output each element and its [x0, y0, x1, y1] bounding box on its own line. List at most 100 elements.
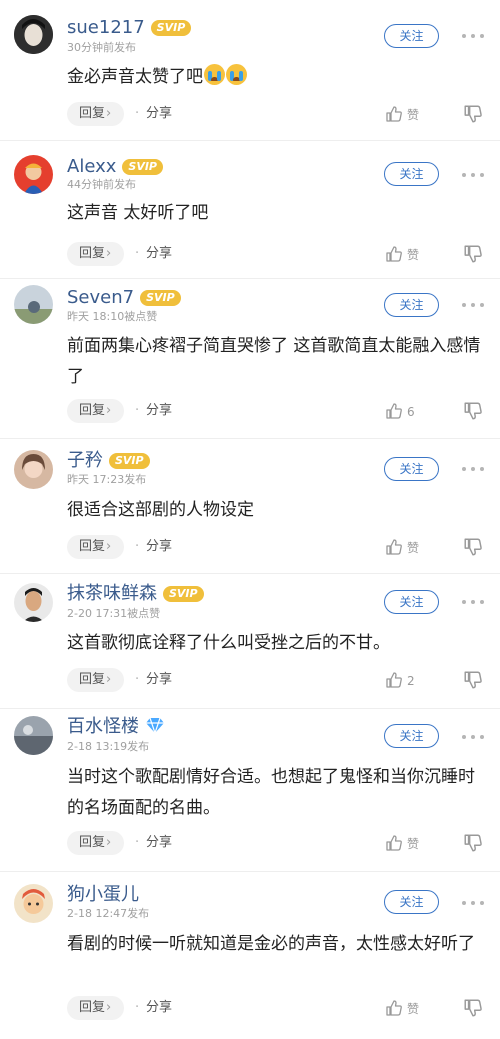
more-icon[interactable] — [461, 732, 487, 742]
like-button[interactable]: 赞 — [385, 102, 419, 126]
more-icon[interactable] — [461, 597, 487, 607]
post-time: 44分钟前发布 — [67, 178, 136, 191]
separator-dot: · — [135, 403, 140, 418]
username-text[interactable]: 百水怪楼 — [67, 716, 139, 737]
comment-text: 前面两集心疼褶子简直哭惨了 这首歌简直太能融入感情了 — [67, 336, 481, 387]
avatar[interactable] — [14, 285, 53, 324]
comment-item: 狗小蛋儿 2-18 12:47发布 关注 看剧的时候一听就知道是金必的声音，太性… — [0, 872, 500, 1039]
share-button[interactable]: 分享 — [146, 668, 172, 692]
reply-button[interactable]: 回复› — [67, 242, 124, 266]
separator-dot: · — [135, 106, 140, 121]
avatar-image — [14, 716, 53, 755]
username-text[interactable]: 子矜 — [67, 450, 103, 471]
reply-button[interactable]: 回复› — [67, 996, 124, 1020]
svip-badge: SVIP — [109, 453, 150, 469]
svip-badge: SVIP — [150, 20, 192, 36]
username[interactable]: 百水怪楼 — [67, 716, 165, 740]
like-button[interactable]: 2 — [385, 668, 415, 692]
follow-button[interactable]: 关注 — [384, 590, 439, 614]
username-text[interactable]: sue1217 — [67, 17, 145, 38]
like-button[interactable]: 赞 — [385, 831, 419, 855]
more-icon[interactable] — [461, 170, 487, 180]
follow-button[interactable]: 关注 — [384, 890, 439, 914]
reply-label: 回复 — [79, 539, 106, 554]
share-button[interactable]: 分享 — [146, 831, 172, 855]
reply-label: 回复 — [79, 1000, 106, 1015]
reply-button[interactable]: 回复› — [67, 102, 124, 126]
thumbs-down-icon[interactable] — [463, 104, 483, 124]
comment-item: sue1217 SVIP 30分钟前发布 关注 金必声音太赞了吧 回复› · 分享… — [0, 0, 500, 141]
username[interactable]: Alexx SVIP — [67, 156, 163, 178]
thumbs-down-icon[interactable] — [463, 998, 483, 1018]
thumbs-down-icon[interactable] — [463, 670, 483, 690]
comment-text: 金必声音太赞了吧 — [67, 62, 487, 93]
post-time: 2-18 13:19发布 — [67, 740, 150, 753]
share-button[interactable]: 分享 — [146, 535, 172, 559]
reply-button[interactable]: 回复› — [67, 831, 124, 855]
reply-button[interactable]: 回复› — [67, 399, 124, 423]
thumbs-up-icon — [386, 835, 402, 851]
separator-dot: · — [135, 672, 140, 687]
follow-button[interactable]: 关注 — [384, 724, 439, 748]
reply-button[interactable]: 回复› — [67, 668, 124, 692]
share-button[interactable]: 分享 — [146, 102, 172, 126]
chevron-right-icon: › — [106, 106, 112, 121]
like-count: 6 — [407, 405, 415, 419]
thumbs-up-icon — [386, 672, 402, 688]
avatar[interactable] — [14, 155, 53, 194]
username-text[interactable]: 抹茶味鲜森 — [67, 583, 157, 604]
thumbs-down-icon[interactable] — [463, 537, 483, 557]
crying-emoji-icon — [204, 64, 225, 85]
comment-text: 这声音 太好听了吧 — [67, 203, 209, 223]
avatar[interactable] — [14, 583, 53, 622]
username[interactable]: 狗小蛋儿 — [67, 884, 139, 906]
follow-button[interactable]: 关注 — [384, 293, 439, 317]
avatar[interactable] — [14, 884, 53, 923]
like-button[interactable]: 赞 — [385, 242, 419, 266]
more-icon[interactable] — [461, 464, 487, 474]
like-button[interactable]: 赞 — [385, 996, 419, 1020]
avatar[interactable] — [14, 450, 53, 489]
comment-text: 这首歌彻底诠释了什么叫受挫之后的不甘。 — [67, 633, 390, 653]
more-icon[interactable] — [461, 31, 487, 41]
username-text[interactable]: 狗小蛋儿 — [67, 884, 139, 905]
avatar-image — [14, 583, 53, 622]
username[interactable]: 抹茶味鲜森 SVIP — [67, 583, 204, 605]
reply-button[interactable]: 回复› — [67, 535, 124, 559]
more-icon[interactable] — [461, 300, 487, 310]
avatar-image — [14, 285, 53, 324]
thumbs-down-icon[interactable] — [463, 401, 483, 421]
follow-button[interactable]: 关注 — [384, 457, 439, 481]
crying-emoji-icon — [226, 64, 247, 85]
post-time: 30分钟前发布 — [67, 41, 136, 54]
username-text[interactable]: Seven7 — [67, 287, 134, 308]
thumbs-up-icon — [386, 1000, 402, 1016]
follow-button[interactable]: 关注 — [384, 24, 439, 48]
share-button[interactable]: 分享 — [146, 242, 172, 266]
username[interactable]: sue1217 SVIP — [67, 17, 192, 39]
comment-text-body: 金必声音太赞了吧 — [67, 67, 203, 87]
username[interactable]: Seven7 SVIP — [67, 287, 181, 309]
separator-dot: · — [135, 835, 140, 850]
share-button[interactable]: 分享 — [146, 996, 172, 1020]
follow-button[interactable]: 关注 — [384, 162, 439, 186]
username-text[interactable]: Alexx — [67, 156, 116, 177]
comment-text: 当时这个歌配剧情好合适。也想起了鬼怪和当你沉睡时的名场面配的名曲。 — [67, 767, 475, 818]
reply-label: 回复 — [79, 106, 106, 121]
like-button[interactable]: 6 — [385, 399, 415, 423]
avatar[interactable] — [14, 716, 53, 755]
avatar[interactable] — [14, 15, 53, 54]
avatar-image — [14, 884, 53, 923]
share-button[interactable]: 分享 — [146, 399, 172, 423]
like-button[interactable]: 赞 — [385, 535, 419, 559]
separator-dot: · — [135, 539, 140, 554]
comment-item: Seven7 SVIP 昨天 18:10被点赞 关注 前面两集心疼褶子简直哭惨了 … — [0, 279, 500, 439]
thumbs-down-icon[interactable] — [463, 244, 483, 264]
thumbs-down-icon[interactable] — [463, 833, 483, 853]
comment-text: 看剧的时候一听就知道是金必的声音，太性感太好听了 — [67, 934, 475, 954]
more-icon[interactable] — [461, 898, 487, 908]
chevron-right-icon: › — [106, 539, 112, 554]
like-count: 赞 — [407, 108, 420, 122]
username[interactable]: 子矜 SVIP — [67, 450, 150, 472]
separator-dot: · — [135, 1000, 140, 1015]
